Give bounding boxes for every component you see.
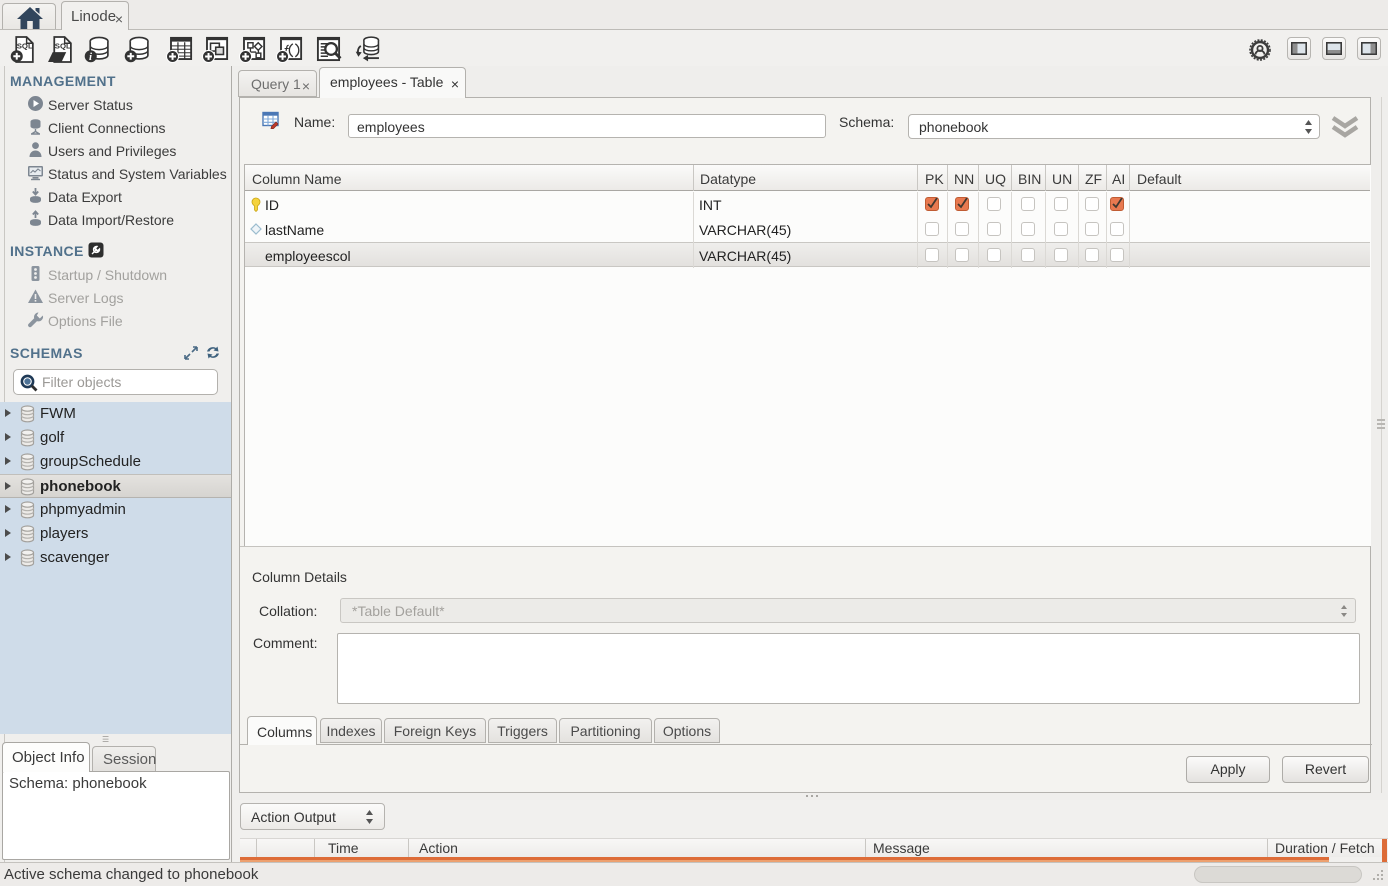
svg-text:i: i <box>89 51 92 63</box>
svg-text:SQL: SQL <box>55 41 71 50</box>
svg-text:SQL: SQL <box>17 41 33 50</box>
